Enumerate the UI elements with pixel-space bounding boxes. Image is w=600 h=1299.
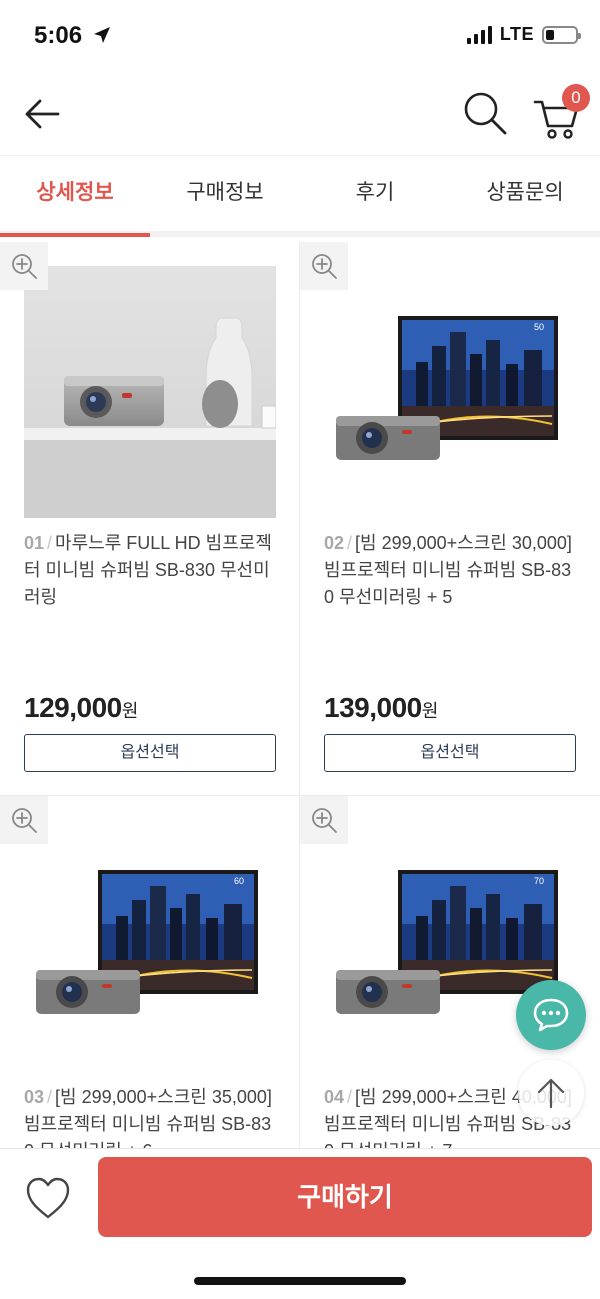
status-bar: 5:06 LTE — [0, 0, 600, 72]
product-price: 129,000원 — [24, 692, 138, 723]
product-title[interactable]: 02/[빔 299,000+스크린 30,000] 빔프로젝터 미니빔 슈퍼빔 … — [324, 530, 580, 611]
bottom-action-bar: 구매하기 — [0, 1148, 600, 1299]
signal-icon — [466, 25, 492, 44]
zoom-in-button[interactable] — [0, 796, 48, 844]
product-name: [빔 299,000+스크린 30,000] 빔프로젝터 미니빔 슈퍼빔 SB-… — [324, 533, 572, 607]
cart-button[interactable]: 0 — [532, 84, 592, 140]
product-image-projector-screen[interactable]: 60 — [24, 820, 276, 1072]
product-card[interactable]: 60 03/[빔 299,000+스크린 35,000] 빔프로젝터 미니빔 슈… — [0, 796, 300, 1148]
location-arrow-icon — [94, 27, 110, 43]
zoom-in-button[interactable] — [0, 242, 48, 290]
product-title[interactable]: 03/[빔 299,000+스크린 35,000] 빔프로젝터 미니빔 슈퍼빔 … — [24, 1084, 280, 1148]
status-indicators: LTE — [466, 24, 581, 45]
tab-reviews[interactable]: 후기 — [300, 157, 450, 231]
battery-icon — [542, 25, 581, 44]
zoom-in-icon — [12, 254, 37, 279]
product-number: 01 — [24, 533, 45, 553]
product-title[interactable]: 01/마루느루 FULL HD 빔프로젝터 미니빔 슈퍼빔 SB-830 무선미… — [24, 530, 280, 611]
screen-size-label: 70 — [534, 876, 544, 886]
home-indicator — [194, 1277, 406, 1285]
option-select-button[interactable]: 옵션선택 — [24, 734, 276, 772]
chat-bubble-icon — [533, 998, 569, 1032]
tab-purchase-info[interactable]: 구매정보 — [150, 157, 300, 231]
product-number: 02 — [324, 533, 345, 553]
heart-icon[interactable] — [24, 1175, 72, 1221]
cart-count-badge: 0 — [562, 84, 590, 112]
top-navigation: 0 — [0, 72, 600, 156]
screen-size-label: 60 — [234, 876, 244, 886]
buy-button[interactable]: 구매하기 — [98, 1157, 592, 1237]
product-card[interactable]: 01/마루느루 FULL HD 빔프로젝터 미니빔 슈퍼빔 SB-830 무선미… — [0, 242, 300, 796]
back-arrow-icon[interactable] — [20, 92, 64, 136]
product-grid: 01/마루느루 FULL HD 빔프로젝터 미니빔 슈퍼빔 SB-830 무선미… — [0, 242, 600, 1148]
zoom-in-button[interactable] — [300, 242, 348, 290]
product-card[interactable]: 50 02/[빔 299,000+스크린 30,000] 빔프로젝터 미니빔 슈… — [300, 242, 600, 796]
product-name: [빔 299,000+스크린 35,000] 빔프로젝터 미니빔 슈퍼빔 SB-… — [24, 1087, 272, 1148]
status-time: 5:06 — [34, 22, 83, 49]
screen-size-label: 50 — [534, 322, 544, 332]
tab-inquiries[interactable]: 상품문의 — [450, 157, 600, 231]
zoom-in-icon — [12, 808, 37, 833]
product-price: 139,000원 — [324, 692, 438, 723]
tab-details[interactable]: 상세정보 — [0, 157, 150, 237]
detail-tabs: 상세정보 구매정보 후기 상품문의 — [0, 157, 600, 237]
chat-button[interactable] — [516, 980, 586, 1050]
product-number: 04 — [324, 1087, 345, 1107]
network-label: LTE — [499, 24, 534, 44]
arrow-up-icon — [537, 1078, 565, 1109]
product-image-projector-screen[interactable]: 50 — [324, 266, 576, 518]
zoom-in-button[interactable] — [300, 796, 348, 844]
product-image-projector-shelf[interactable] — [24, 266, 276, 518]
product-number: 03 — [24, 1087, 45, 1107]
scroll-to-top-button[interactable] — [518, 1060, 584, 1126]
search-icon[interactable] — [462, 90, 508, 136]
product-name: 마루느루 FULL HD 빔프로젝터 미니빔 슈퍼빔 SB-830 무선미러링 — [24, 533, 272, 607]
zoom-in-icon — [312, 254, 337, 279]
option-select-button[interactable]: 옵션선택 — [324, 734, 576, 772]
zoom-in-icon — [312, 808, 337, 833]
